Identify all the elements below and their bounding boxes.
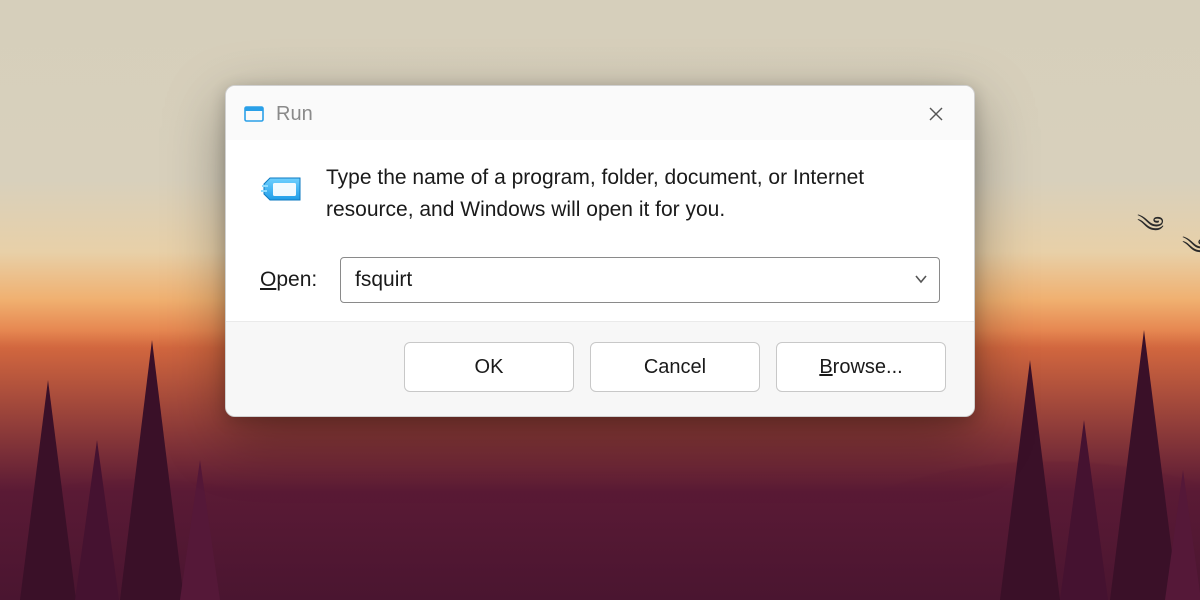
open-input[interactable] — [340, 257, 940, 303]
dialog-title: Run — [276, 103, 916, 126]
close-icon — [929, 107, 943, 121]
open-combobox[interactable] — [340, 257, 940, 303]
cancel-button[interactable]: Cancel — [590, 342, 760, 392]
run-program-icon — [260, 166, 304, 210]
open-label: Open: — [260, 268, 322, 292]
dialog-description: Type the name of a program, folder, docu… — [326, 162, 940, 225]
dialog-footer: OK Cancel Browse... — [226, 321, 974, 416]
run-dialog: Run — [225, 85, 975, 417]
browse-button[interactable]: Browse... — [776, 342, 946, 392]
close-button[interactable] — [916, 98, 956, 130]
ok-button[interactable]: OK — [404, 342, 574, 392]
run-window-icon — [244, 106, 264, 122]
titlebar[interactable]: Run — [226, 86, 974, 140]
